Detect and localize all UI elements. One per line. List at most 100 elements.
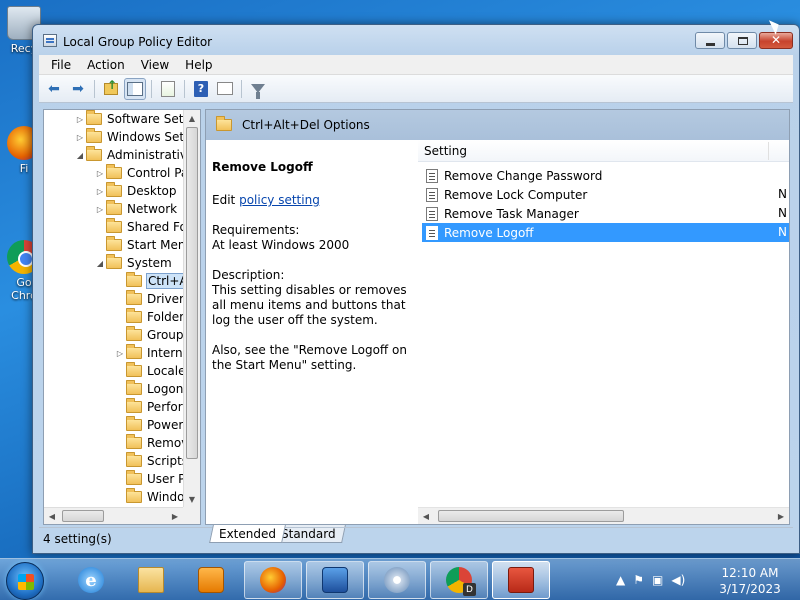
details-pane: Ctrl+Alt+Del Options Remove Logoff Edit … [205,109,790,525]
folder-icon [126,344,142,359]
tree-item[interactable]: ◢ Administrative [74,146,183,164]
toolbar: ⬅ ➡ ? [39,75,793,103]
tree-vertical-scrollbar[interactable]: ▲ ▼ [183,110,200,507]
filter-button[interactable] [247,78,269,100]
minimize-button[interactable] [695,32,725,49]
tree-item[interactable]: Driver I [114,290,183,308]
list-hscroll-thumb[interactable] [438,510,624,522]
action-center-flag-icon[interactable]: ⚑ [633,573,644,587]
toolbar-separator [94,79,95,98]
scroll-left-icon[interactable]: ◀ [44,508,60,524]
expand-triangle-icon[interactable]: ▷ [94,205,106,214]
network-tray-icon[interactable]: ▣ [652,573,663,587]
expand-triangle-icon[interactable]: ▷ [74,115,86,124]
tree-item-label: Administrative [107,148,183,162]
tree-item[interactable]: Scripts [114,452,183,470]
disc-icon [384,567,410,593]
tree-scroll-thumb[interactable] [186,127,198,459]
maximize-button[interactable] [727,32,757,49]
tree-item[interactable]: Group [114,326,183,344]
taskbar-media-player[interactable] [182,561,240,599]
policy-name: Remove Change Password [444,168,603,183]
policy-row[interactable]: Remove Task Manager N [422,204,789,223]
tree-item[interactable]: Remov [114,434,183,452]
taskbar-disc[interactable] [368,561,426,599]
toolbar-separator [241,79,242,98]
taskbar-clock[interactable]: 12:10 AM 3/17/2023 [712,565,788,597]
media-player-icon [198,567,224,593]
policy-row[interactable]: Remove Change Password [422,166,789,185]
expand-triangle-icon[interactable]: ▷ [74,133,86,142]
taskbar-firefox[interactable] [244,561,302,599]
scroll-right-icon[interactable]: ▶ [773,508,789,524]
scroll-left-icon[interactable]: ◀ [418,508,434,524]
title-bar[interactable]: Local Group Policy Editor ✕ [33,25,799,55]
collapse-triangle-icon[interactable]: ◢ [74,151,86,160]
collapse-triangle-icon[interactable]: ◢ [94,259,106,268]
minimize-icon [706,43,715,46]
tree-item[interactable]: Start Menu [94,236,183,254]
tree-horizontal-scrollbar[interactable]: ◀ ▶ [44,507,183,524]
scroll-right-icon[interactable]: ▶ [167,508,183,524]
internet-explorer-icon: e [78,567,104,593]
window-title: Local Group Policy Editor [63,35,213,49]
folder-icon [106,182,122,197]
tree-item[interactable]: Windo [114,488,183,506]
tree-item[interactable]: ▷ Interne [114,344,183,362]
taskbar-network[interactable] [306,561,364,599]
tree-item[interactable]: Power [114,416,183,434]
export-list-button[interactable] [157,78,179,100]
tree-item[interactable]: ◢ System [94,254,172,272]
menu-file[interactable]: File [43,58,79,72]
toolbox-icon [508,567,534,593]
expand-triangle-icon[interactable]: ▷ [114,349,126,358]
menu-help[interactable]: Help [177,58,220,72]
forward-button[interactable]: ➡ [67,78,89,100]
start-button[interactable] [6,562,44,600]
menu-action[interactable]: Action [79,58,133,72]
properties-button[interactable] [214,78,236,100]
taskbar-group-policy-editor[interactable] [492,561,550,599]
scroll-down-icon[interactable]: ▼ [184,491,200,507]
tree-item[interactable]: Locale [114,362,183,380]
list-horizontal-scrollbar[interactable]: ◀ ▶ [418,507,789,524]
tree-item-label: System [127,256,172,270]
tree-item[interactable]: ▷ Windows Setti [74,128,183,146]
tree-item[interactable]: User Pr [114,470,183,488]
menu-view[interactable]: View [133,58,177,72]
tree-item[interactable]: Logon [114,380,183,398]
tree-item-label: Scripts [147,454,183,468]
show-hide-console-tree-button[interactable] [124,77,146,100]
expand-triangle-icon[interactable]: ▷ [94,169,106,178]
edit-policy-setting-link[interactable]: policy setting [239,193,320,207]
scroll-up-icon[interactable]: ▲ [184,110,200,126]
column-divider[interactable] [768,142,769,160]
folder-up-icon [104,78,118,95]
taskbar-chrome[interactable] [430,561,488,599]
back-button[interactable]: ⬅ [43,78,65,100]
taskbar-windows-explorer[interactable] [122,561,180,599]
tree-item-label: Group [147,328,183,342]
tree-item[interactable]: ▷ Software Setti [74,110,183,128]
tree-item[interactable]: Folder [114,308,183,326]
tree-item-label: Driver I [147,292,183,306]
help-button[interactable]: ? [190,78,212,100]
policy-row[interactable]: Remove Logoff N [422,223,789,242]
tab-extended[interactable]: Extended [209,525,286,543]
tree-item[interactable]: Ctrl+A [114,272,183,290]
tree-hscroll-thumb[interactable] [62,510,104,522]
tree-list: ▷ Software Setti ▷ Windows Setti ◢ Administra… [44,110,183,507]
tree-item[interactable]: Shared Fol [94,218,183,236]
clock-time: 12:10 AM [721,566,779,580]
tree-item[interactable]: ▷ Network [94,200,177,218]
tree-item[interactable]: ▷ Desktop [94,182,177,200]
tree-item[interactable]: Perfor [114,398,183,416]
column-header-setting[interactable]: Setting [424,144,467,158]
volume-icon[interactable]: ◀) [671,573,685,587]
expand-triangle-icon[interactable]: ▷ [94,187,106,196]
policy-row[interactable]: Remove Lock Computer N [422,185,789,204]
show-hidden-icons-icon[interactable]: ▲ [616,573,625,587]
tree-item[interactable]: ▷ Control Pa [94,164,183,182]
up-one-level-button[interactable] [100,78,122,100]
taskbar-internet-explorer[interactable]: e [62,561,120,599]
